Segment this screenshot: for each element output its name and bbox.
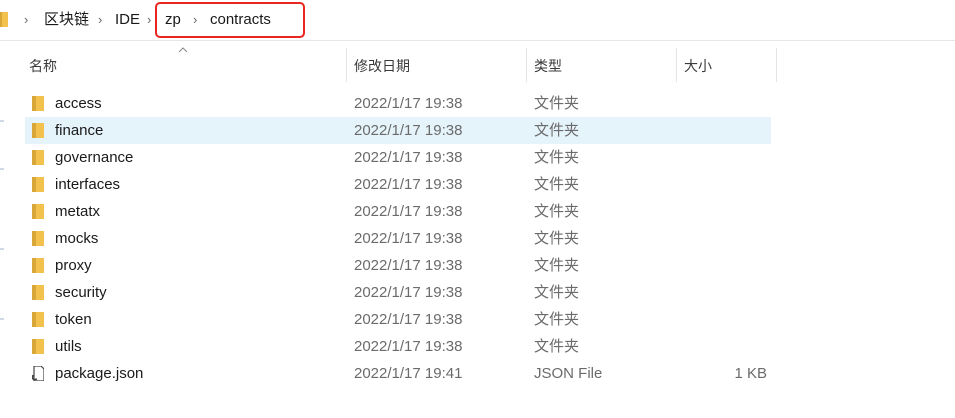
file-row[interactable]: mocks 2022/1/17 19:38 文件夹 <box>25 225 771 252</box>
breadcrumb-item-ide[interactable]: IDE <box>115 11 140 29</box>
file-modified-date: 2022/1/17 19:38 <box>354 284 463 301</box>
file-name: finance <box>55 122 104 139</box>
file-row[interactable]: token 2022/1/17 19:38 文件夹 <box>25 306 771 333</box>
file-modified-date: 2022/1/17 19:38 <box>354 230 463 247</box>
file-modified-date: 2022/1/17 19:38 <box>354 149 463 166</box>
folder-icon <box>32 204 44 219</box>
breadcrumb-item-blockchain[interactable]: 区块链 <box>44 11 89 29</box>
folder-icon <box>32 312 44 327</box>
file-name: utils <box>55 338 82 355</box>
file-name: token <box>55 311 92 328</box>
column-header-modified[interactable]: 修改日期 <box>354 48 410 84</box>
file-type: 文件夹 <box>534 230 580 247</box>
file-name: package.json <box>55 365 144 382</box>
file-name: mocks <box>55 230 99 247</box>
file-type: 文件夹 <box>534 149 580 166</box>
file-name: metatx <box>55 203 101 220</box>
file-row[interactable]: governance 2022/1/17 19:38 文件夹 <box>25 144 771 171</box>
file-name: access <box>55 95 102 112</box>
file-type: 文件夹 <box>534 257 580 274</box>
file-row[interactable]: security 2022/1/17 19:38 文件夹 <box>25 279 771 306</box>
file-row[interactable]: utils 2022/1/17 19:38 文件夹 <box>25 333 771 360</box>
file-type: 文件夹 <box>534 338 580 355</box>
file-row[interactable]: interfaces 2022/1/17 19:38 文件夹 <box>25 171 771 198</box>
column-divider[interactable] <box>676 48 677 82</box>
file-row[interactable]: proxy 2022/1/17 19:38 文件夹 <box>25 252 771 279</box>
chevron-right-icon[interactable]: › <box>98 11 102 29</box>
column-header-name[interactable]: 名称 <box>29 48 57 84</box>
file-modified-date: 2022/1/17 19:38 <box>354 203 463 220</box>
folder-icon <box>32 123 44 138</box>
file-name: proxy <box>55 257 92 274</box>
column-divider[interactable] <box>346 48 347 82</box>
folder-icon <box>32 150 44 165</box>
file-size: 1 KB <box>734 365 767 382</box>
file-type: JSON File <box>534 365 603 382</box>
column-header-size[interactable]: 大小 <box>684 48 712 84</box>
column-header-type[interactable]: 类型 <box>534 48 562 84</box>
highlight-annotation-box <box>155 2 305 38</box>
folder-icon <box>32 258 44 273</box>
folder-icon <box>32 339 44 354</box>
file-modified-date: 2022/1/17 19:38 <box>354 95 463 112</box>
folder-icon <box>0 12 8 27</box>
file-type: 文件夹 <box>534 176 580 193</box>
file-type: 文件夹 <box>534 122 580 139</box>
file-modified-date: 2022/1/17 19:38 <box>354 257 463 274</box>
file-modified-date: 2022/1/17 19:38 <box>354 311 463 328</box>
file-row[interactable]: finance 2022/1/17 19:38 文件夹 <box>25 117 771 144</box>
chevron-right-icon[interactable]: › <box>147 11 151 29</box>
breadcrumb: › 区块链 › IDE › zp › contracts <box>0 0 955 41</box>
column-divider[interactable] <box>526 48 527 82</box>
column-divider[interactable] <box>776 48 777 82</box>
chevron-right-icon[interactable]: › <box>24 11 28 29</box>
file-modified-date: 2022/1/17 19:41 <box>354 365 463 382</box>
file-type: 文件夹 <box>534 95 580 112</box>
file-row[interactable]: package.json 2022/1/17 19:41 JSON File 1 KB <box>25 360 771 387</box>
file-modified-date: 2022/1/17 19:38 <box>354 338 463 355</box>
folder-icon <box>32 285 44 300</box>
file-name: security <box>55 284 107 301</box>
file-type: 文件夹 <box>534 311 580 328</box>
sort-ascending-icon <box>178 47 188 53</box>
json-file-icon <box>32 366 44 381</box>
file-type: 文件夹 <box>534 203 580 220</box>
file-modified-date: 2022/1/17 19:38 <box>354 122 463 139</box>
file-name: interfaces <box>55 176 121 193</box>
file-row[interactable]: metatx 2022/1/17 19:38 文件夹 <box>25 198 771 225</box>
file-row[interactable]: access 2022/1/17 19:38 文件夹 <box>25 90 771 117</box>
file-modified-date: 2022/1/17 19:38 <box>354 176 463 193</box>
navigation-pane-edge <box>0 88 4 408</box>
folder-icon <box>32 177 44 192</box>
file-name: governance <box>55 149 134 166</box>
file-type: 文件夹 <box>534 284 580 301</box>
folder-icon <box>32 96 44 111</box>
folder-icon <box>32 231 44 246</box>
